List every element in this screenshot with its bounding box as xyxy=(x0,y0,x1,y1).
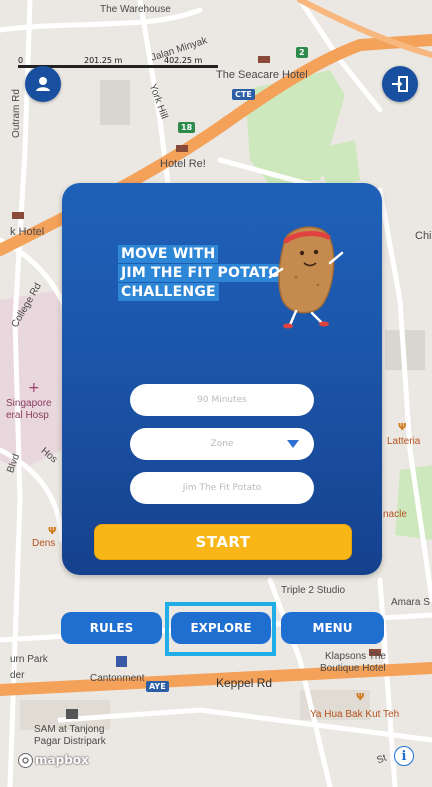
exit-icon xyxy=(392,76,408,92)
menu-button[interactable]: MENU xyxy=(281,612,384,644)
map-label: Boutique Hotel xyxy=(320,663,386,674)
exit-shield: 2 xyxy=(296,47,308,58)
building xyxy=(100,80,130,125)
scale-label: 402.25 m xyxy=(164,56,203,65)
museum-marker xyxy=(66,709,78,719)
route-input[interactable]: Jim The Fit Potato xyxy=(130,472,314,504)
challenge-title: MOVE WITH JIM THE FIT POTATO CHALLENGE xyxy=(118,245,284,302)
app-screen: + Ψ Ψ Ψ The Warehouse Jalan Minyak York … xyxy=(0,0,432,787)
scale-label: 0 xyxy=(18,56,24,65)
map-label: Singapore xyxy=(6,398,52,409)
map-label: eral Hosp xyxy=(6,410,49,421)
map-label: Klapsons The xyxy=(325,651,386,662)
mapbox-label: mapbox xyxy=(35,753,89,767)
map-label: Latteria xyxy=(387,436,421,447)
map-label: Chi xyxy=(415,230,432,242)
user-location-icon xyxy=(36,77,50,91)
hotel-marker xyxy=(176,145,188,152)
map-label: urn Park xyxy=(10,654,48,665)
map-label: Triple 2 Studio xyxy=(281,585,346,596)
map-label: Ya Hua Bak Kut Teh xyxy=(310,709,400,720)
hotel-marker xyxy=(12,212,24,219)
exit-shield: 18 xyxy=(178,122,196,133)
restaurant-marker: Ψ xyxy=(356,692,365,703)
zone-select-label: Zone xyxy=(210,439,234,449)
map-label: der xyxy=(10,670,25,681)
map-label: k Hotel xyxy=(10,226,45,238)
map-label: Keppel Rd xyxy=(216,676,273,690)
map-label: Dens xyxy=(32,538,56,549)
expressway-shield: AYE xyxy=(146,681,169,692)
challenge-modal: MOVE WITH JIM THE FIT POTATO CHALLENGE 9… xyxy=(62,183,382,575)
mapbox-icon xyxy=(18,752,33,768)
info-icon: i xyxy=(401,748,407,764)
zone-select[interactable]: Zone xyxy=(130,428,314,460)
map-label: The Warehouse xyxy=(100,4,171,15)
title-line: MOVE WITH xyxy=(118,245,219,263)
map-label: The Seacare Hotel xyxy=(216,69,308,81)
map-label: Pagar Distripark xyxy=(34,736,106,747)
map-label: Outram Rd xyxy=(10,89,22,138)
expressway-shield: CTE xyxy=(232,89,255,100)
user-location-button[interactable] xyxy=(25,66,61,102)
map-label: Cantonment xyxy=(90,673,145,684)
chevron-down-icon xyxy=(287,440,299,448)
duration-input[interactable]: 90 Minutes xyxy=(130,384,314,416)
rules-button[interactable]: RULES xyxy=(61,612,162,644)
title-line: JIM THE FIT POTATO xyxy=(118,264,284,282)
hotel-marker xyxy=(258,56,270,63)
hospital-marker: + xyxy=(28,380,40,396)
restaurant-marker: Ψ xyxy=(48,526,57,537)
transit-marker xyxy=(116,656,127,667)
potato-mascot-icon xyxy=(268,226,344,329)
start-button[interactable]: START xyxy=(94,524,352,560)
explore-highlight-box xyxy=(165,602,276,656)
exit-button[interactable] xyxy=(382,66,418,102)
title-line: CHALLENGE xyxy=(118,283,219,301)
mapbox-logo[interactable]: mapbox xyxy=(18,752,89,768)
map-label: Amara S xyxy=(391,597,430,608)
map-label: SAM at Tanjong xyxy=(34,724,105,735)
map-label: nacle xyxy=(383,509,407,520)
restaurant-marker: Ψ xyxy=(398,422,407,433)
info-button[interactable]: i xyxy=(394,746,414,766)
scale-label: 201.25 m xyxy=(84,56,123,65)
map-label: Hotel Re! xyxy=(160,158,206,170)
